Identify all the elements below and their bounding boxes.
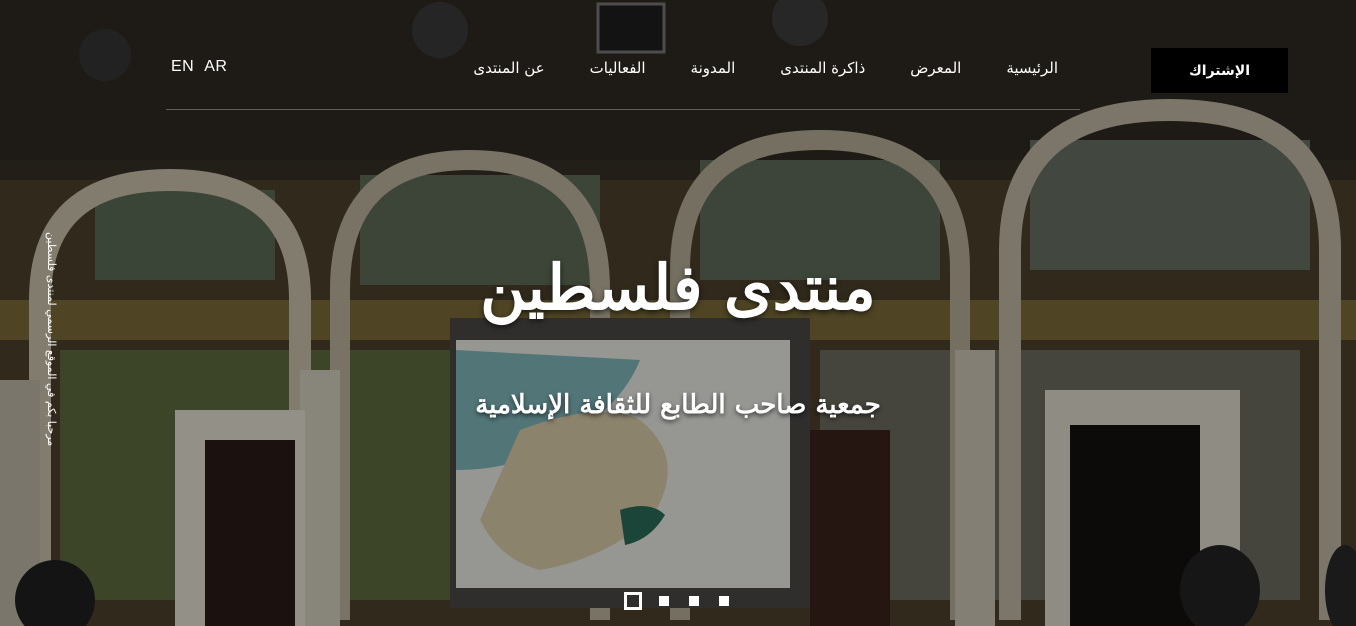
header-divider bbox=[166, 109, 1080, 110]
language-switcher: EN AR bbox=[171, 58, 227, 76]
nav-item-about[interactable]: عن المنتدى bbox=[473, 59, 544, 77]
lang-ar-link[interactable]: AR bbox=[204, 58, 227, 76]
nav-item-gallery[interactable]: المعرض bbox=[910, 59, 961, 77]
slider-pagination bbox=[624, 592, 749, 610]
slider-dot-3[interactable] bbox=[689, 596, 699, 606]
hero-subtitle: جمعية صاحب الطابع للثقافة الإسلامية bbox=[475, 390, 881, 420]
hero-slide: EN AR الرئيسية المعرض ذاكرة المنتدى المد… bbox=[0, 0, 1356, 626]
vertical-welcome-text: مرحبا بكم في الموقع الرسمي لمنتدى فلسطين bbox=[45, 232, 58, 447]
nav-item-blog[interactable]: المدونة bbox=[691, 59, 736, 77]
main-nav: الرئيسية المعرض ذاكرة المنتدى المدونة ال… bbox=[473, 59, 1058, 77]
nav-item-home[interactable]: الرئيسية bbox=[1006, 59, 1058, 77]
nav-item-forum-memory[interactable]: ذاكرة المنتدى bbox=[780, 59, 865, 77]
slider-dot-1[interactable] bbox=[624, 592, 642, 610]
slider-dot-2[interactable] bbox=[659, 596, 669, 606]
slider-dot-4[interactable] bbox=[719, 596, 729, 606]
subscribe-button[interactable]: الإشتراك bbox=[1151, 48, 1288, 93]
hero-title: منتدى فلسطين bbox=[480, 251, 876, 324]
lang-en-link[interactable]: EN bbox=[171, 58, 194, 76]
nav-item-events[interactable]: الفعاليات bbox=[590, 59, 646, 77]
